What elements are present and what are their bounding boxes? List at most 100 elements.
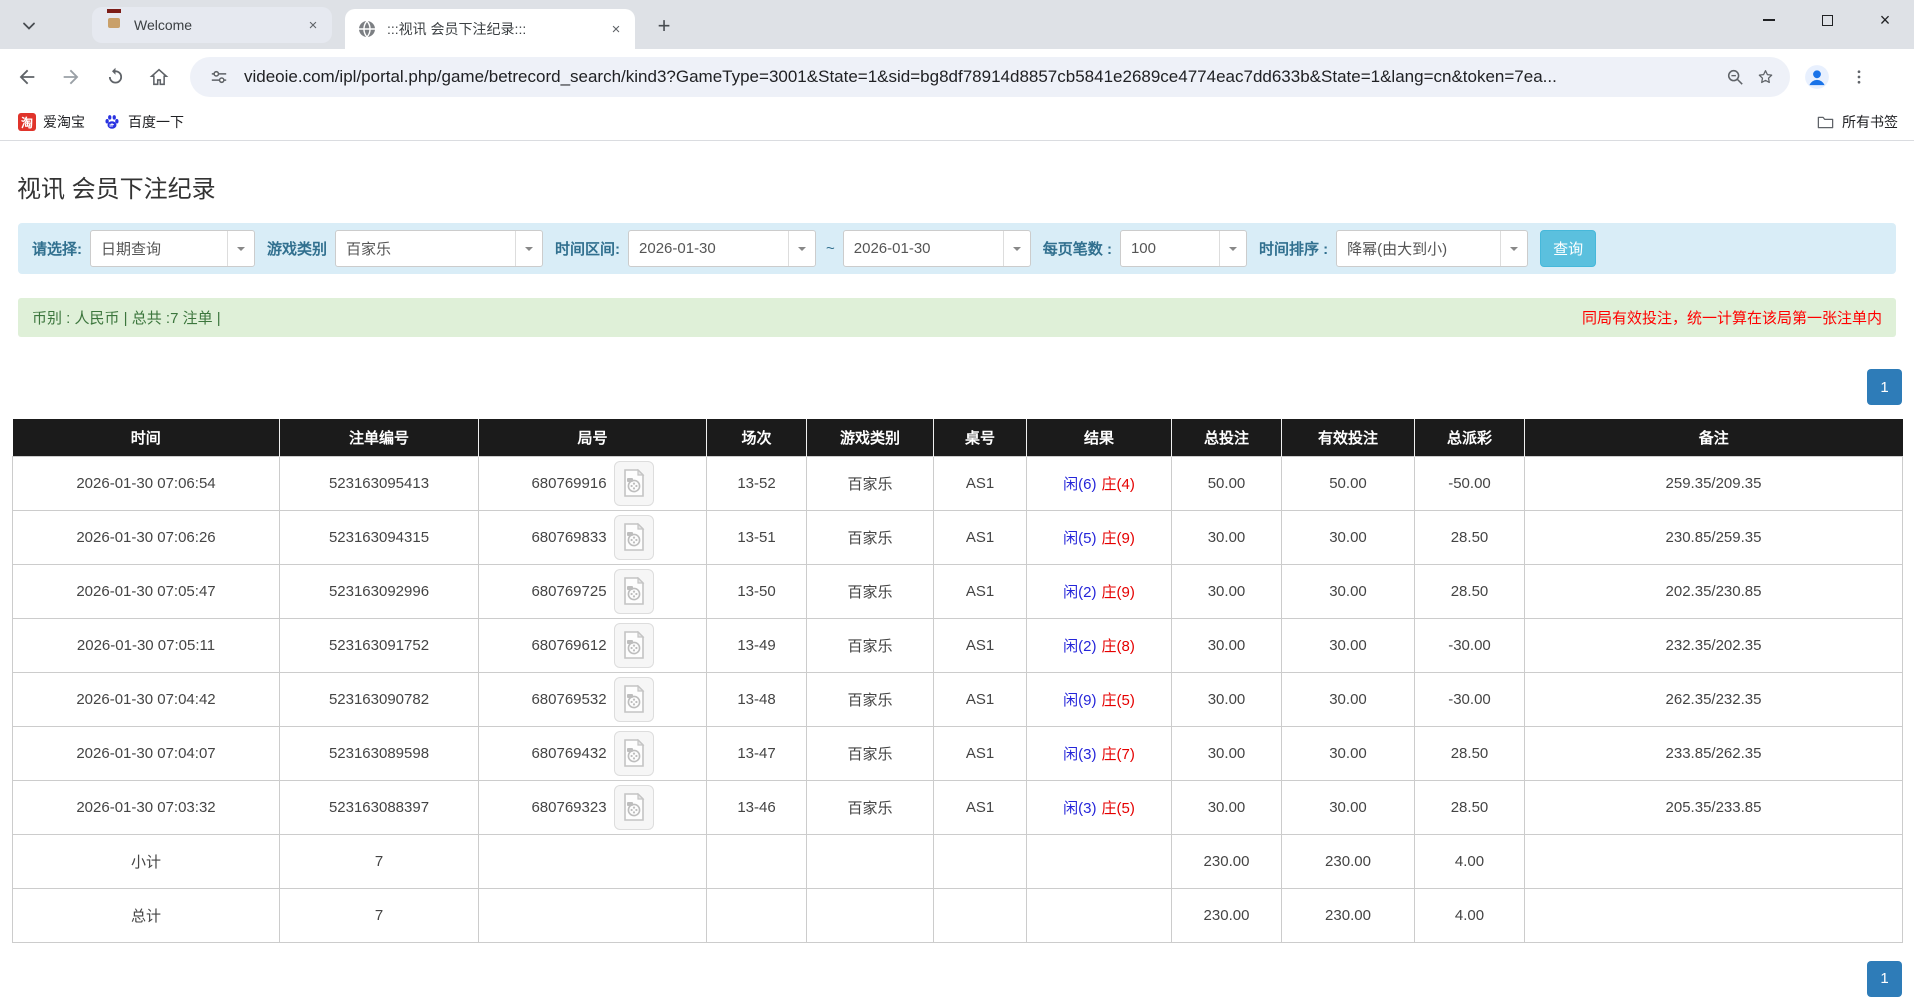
cell-note: 233.85/262.35 bbox=[1525, 726, 1903, 780]
bookmark-aitaobao[interactable]: 淘 爱淘宝 bbox=[18, 112, 85, 132]
table-row: 2026-01-30 07:05:47523163092996680769725… bbox=[13, 564, 1903, 618]
total-row-cell-6 bbox=[1027, 888, 1172, 942]
column-header: 总投注 bbox=[1172, 419, 1282, 456]
forward-icon[interactable] bbox=[54, 60, 88, 94]
subtotal-row-cell-7: 230.00 bbox=[1172, 834, 1282, 888]
cell-valid-bet: 50.00 bbox=[1282, 456, 1415, 510]
cell-total-bet[interactable]: 30.00 bbox=[1172, 510, 1282, 564]
chevron-down-icon bbox=[515, 231, 542, 266]
date-from-select[interactable]: 2026-01-30 bbox=[628, 230, 816, 267]
reload-icon[interactable] bbox=[98, 60, 132, 94]
page-1-button[interactable]: 1 bbox=[1867, 961, 1902, 997]
currency-total-text: 币别 : 人民币 | 总共 :7 注单 | bbox=[32, 307, 221, 328]
tab-close-icon[interactable]: × bbox=[304, 16, 322, 34]
browser-menu-icon[interactable] bbox=[1842, 60, 1876, 94]
cell-total-bet[interactable]: 30.00 bbox=[1172, 672, 1282, 726]
page-size-select[interactable]: 100 bbox=[1120, 230, 1247, 267]
cell-result: 闲(3)庄(7) bbox=[1027, 726, 1172, 780]
total-row-cell-1: 7 bbox=[280, 888, 479, 942]
profile-avatar-icon[interactable] bbox=[1802, 62, 1832, 92]
cell-payout: -30.00 bbox=[1415, 618, 1525, 672]
cell-note: 202.35/230.85 bbox=[1525, 564, 1903, 618]
total-row-cell-2 bbox=[479, 888, 707, 942]
url-text[interactable]: videoie.com/ipl/portal.php/game/betrecor… bbox=[244, 67, 1720, 87]
round-number: 680769323 bbox=[531, 799, 606, 816]
minimize-button[interactable] bbox=[1740, 0, 1798, 40]
total-row-cell-3 bbox=[707, 888, 807, 942]
date-to-select[interactable]: 2026-01-30 bbox=[843, 230, 1031, 267]
column-header: 有效投注 bbox=[1282, 419, 1415, 456]
cell-table-no: AS1 bbox=[934, 672, 1027, 726]
zoom-icon[interactable] bbox=[1720, 62, 1750, 92]
round-number: 680769432 bbox=[531, 745, 606, 762]
cell-total-bet[interactable]: 30.00 bbox=[1172, 618, 1282, 672]
tab-strip: Welcome × :::视讯 会员下注纪录::: × + × bbox=[0, 0, 1914, 49]
video-replay-button[interactable] bbox=[614, 785, 654, 830]
cell-valid-bet: 30.00 bbox=[1282, 672, 1415, 726]
video-replay-button[interactable] bbox=[614, 461, 654, 506]
result-banker: 庄(9) bbox=[1102, 530, 1135, 547]
cell-note: 205.35/233.85 bbox=[1525, 780, 1903, 834]
bookmarks-bar: 淘 爱淘宝 百度一下 所有书签 bbox=[0, 104, 1914, 141]
maximize-button[interactable] bbox=[1798, 0, 1856, 40]
cell-session: 13-47 bbox=[707, 726, 807, 780]
cell-time: 2026-01-30 07:04:42 bbox=[13, 672, 280, 726]
back-icon[interactable] bbox=[10, 60, 44, 94]
game-type-select[interactable]: 百家乐 bbox=[335, 230, 543, 267]
chevron-down-icon bbox=[1003, 231, 1030, 266]
video-replay-button[interactable] bbox=[614, 623, 654, 668]
tab-search-chevron-icon[interactable] bbox=[14, 14, 44, 38]
cell-payout: 28.50 bbox=[1415, 726, 1525, 780]
cell-game-type: 百家乐 bbox=[807, 780, 934, 834]
table-row: 2026-01-30 07:04:07523163089598680769432… bbox=[13, 726, 1903, 780]
cell-payout: 28.50 bbox=[1415, 510, 1525, 564]
cell-valid-bet: 30.00 bbox=[1282, 564, 1415, 618]
round-number: 680769725 bbox=[531, 583, 606, 600]
result-player: 闲(9) bbox=[1063, 692, 1096, 709]
video-replay-icon bbox=[622, 739, 646, 767]
subtotal-row-cell-1: 7 bbox=[280, 834, 479, 888]
summary-info-bar: 币别 : 人民币 | 总共 :7 注单 | 同局有效投注，统一计算在该局第一张注… bbox=[18, 298, 1896, 337]
cell-payout: -50.00 bbox=[1415, 456, 1525, 510]
result-player: 闲(6) bbox=[1063, 476, 1096, 493]
cell-game-type: 百家乐 bbox=[807, 456, 934, 510]
bookmark-star-icon[interactable] bbox=[1750, 62, 1780, 92]
video-replay-button[interactable] bbox=[614, 515, 654, 560]
site-settings-icon[interactable] bbox=[204, 62, 234, 92]
page-1-button[interactable]: 1 bbox=[1867, 369, 1902, 405]
cell-total-bet[interactable]: 30.00 bbox=[1172, 780, 1282, 834]
tab-close-icon[interactable]: × bbox=[607, 20, 625, 38]
cell-time: 2026-01-30 07:06:26 bbox=[13, 510, 280, 564]
video-replay-button[interactable] bbox=[614, 569, 654, 614]
subtotal-row-cell-8: 230.00 bbox=[1282, 834, 1415, 888]
cell-bet-id: 523163088397 bbox=[280, 780, 479, 834]
bookmark-baidu[interactable]: 百度一下 bbox=[103, 112, 184, 132]
column-header: 场次 bbox=[707, 419, 807, 456]
total-row-cell-0: 总计 bbox=[13, 888, 280, 942]
new-tab-button[interactable]: + bbox=[650, 12, 678, 40]
cell-bet-id: 523163094315 bbox=[280, 510, 479, 564]
home-icon[interactable] bbox=[142, 60, 176, 94]
cell-total-bet[interactable]: 30.00 bbox=[1172, 564, 1282, 618]
all-bookmarks-button[interactable]: 所有书签 bbox=[1816, 112, 1898, 132]
cell-total-bet[interactable]: 50.00 bbox=[1172, 456, 1282, 510]
round-number: 680769612 bbox=[531, 637, 606, 654]
sort-select[interactable]: 降幂(由大到小) bbox=[1336, 230, 1528, 267]
video-replay-button[interactable] bbox=[614, 677, 654, 722]
query-type-select[interactable]: 日期查询 bbox=[90, 230, 255, 267]
video-replay-button[interactable] bbox=[614, 731, 654, 776]
column-header: 时间 bbox=[13, 419, 280, 456]
cell-game-type: 百家乐 bbox=[807, 564, 934, 618]
cell-total-bet[interactable]: 30.00 bbox=[1172, 726, 1282, 780]
cell-round-id: 680769833 bbox=[479, 510, 707, 564]
page-size-label: 每页笔数 : bbox=[1043, 238, 1112, 259]
cell-round-id: 680769725 bbox=[479, 564, 707, 618]
search-button[interactable]: 查询 bbox=[1540, 230, 1596, 267]
tab-betrecord[interactable]: :::视讯 会员下注纪录::: × bbox=[345, 9, 635, 49]
close-window-button[interactable]: × bbox=[1856, 0, 1914, 40]
result-banker: 庄(4) bbox=[1102, 476, 1135, 493]
total-row-cell-4 bbox=[807, 888, 934, 942]
tab-welcome[interactable]: Welcome × bbox=[92, 7, 332, 43]
omnibox[interactable]: videoie.com/ipl/portal.php/game/betrecor… bbox=[190, 57, 1790, 97]
result-banker: 庄(5) bbox=[1102, 692, 1135, 709]
